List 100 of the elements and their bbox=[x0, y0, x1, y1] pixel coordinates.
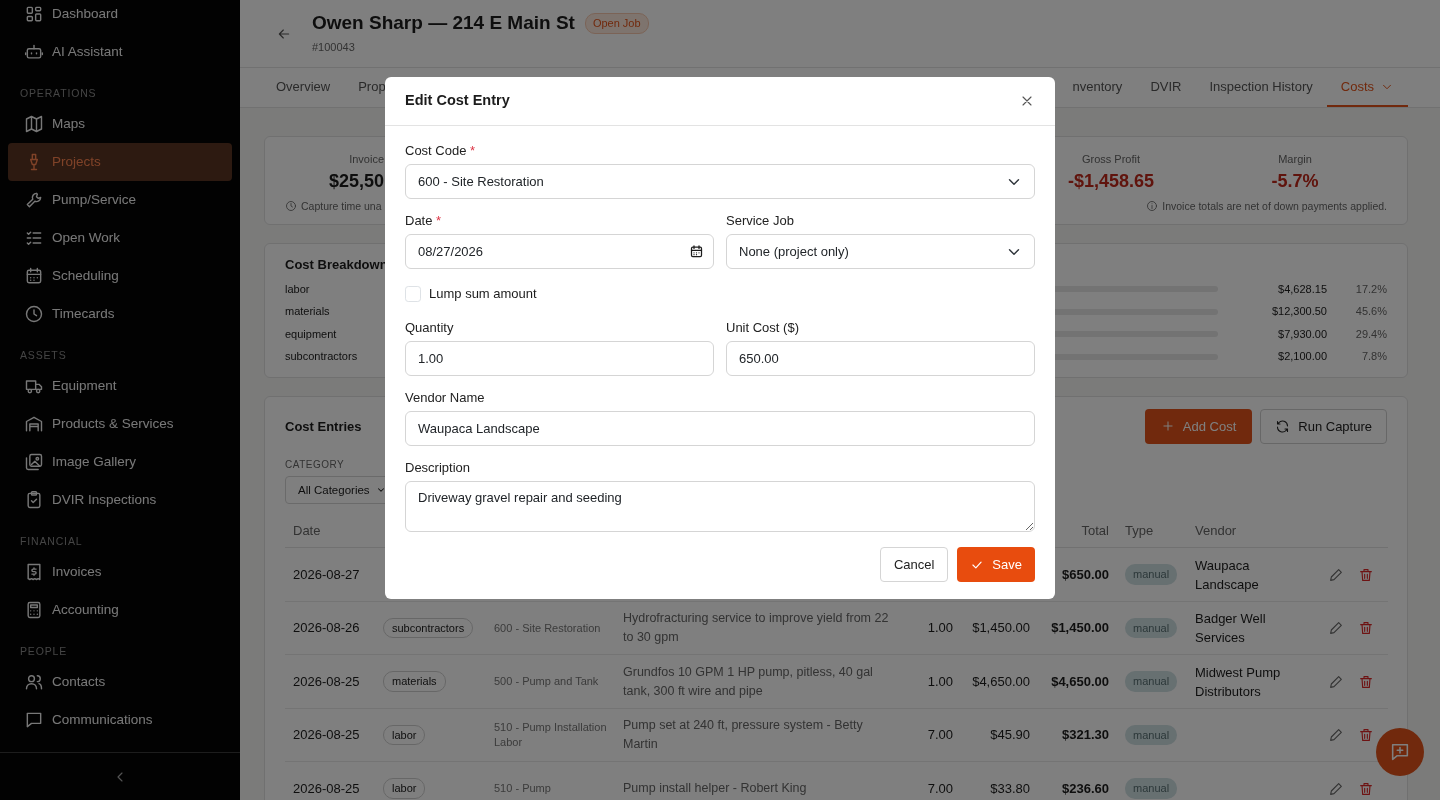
unit-cost-field[interactable]: 650.00 bbox=[726, 341, 1035, 376]
quantity: 1.00 bbox=[927, 672, 953, 691]
warehouse-icon bbox=[24, 414, 44, 434]
edit-button[interactable] bbox=[1328, 620, 1344, 636]
sidebar-item[interactable]: Products & Services bbox=[8, 405, 232, 443]
page-title: Owen Sharp — 214 E Main St bbox=[312, 11, 575, 36]
edit-button[interactable] bbox=[1328, 673, 1344, 690]
filter-label: CATEGORY bbox=[285, 457, 345, 472]
column-header: Date bbox=[285, 514, 375, 549]
description: Hydrofracturing service to improve yield from 22 to 30 gpm bbox=[623, 610, 890, 646]
type-tag: manual bbox=[1125, 778, 1178, 799]
sidebar-item[interactable]: Accounting bbox=[8, 591, 232, 629]
message-plus-icon bbox=[1389, 741, 1411, 763]
edit-button[interactable] bbox=[1328, 780, 1344, 797]
pencil-icon bbox=[1328, 566, 1344, 583]
percent: 29.4% bbox=[1354, 326, 1387, 342]
unit-cost: $1,450.00 bbox=[972, 619, 1030, 638]
sidebar-item[interactable]: Contacts bbox=[8, 663, 232, 701]
save-button[interactable]: Save bbox=[957, 547, 1035, 582]
metric-label: Margin bbox=[1278, 152, 1312, 167]
quantity: 1.00 bbox=[927, 619, 953, 638]
cancel-button[interactable]: Cancel bbox=[879, 547, 949, 582]
sidebar-section-heading: ASSETS bbox=[19, 348, 68, 363]
description: Pump install helper - Robert King bbox=[623, 780, 807, 797]
field-label: Service Job bbox=[726, 212, 795, 229]
sidebar-item[interactable]: Image Gallery bbox=[8, 443, 232, 481]
pencil-icon bbox=[1328, 620, 1344, 636]
sidebar-item[interactable]: DVIR Inspections bbox=[8, 481, 232, 519]
receipt-icon bbox=[24, 562, 44, 582]
field-label: Date * bbox=[405, 212, 443, 229]
service-job-select[interactable]: None (project only) bbox=[726, 234, 1035, 269]
sidebar-section-heading: OPERATIONS bbox=[19, 86, 98, 101]
edit-button[interactable] bbox=[1328, 566, 1344, 583]
tab[interactable]: DVIR bbox=[1136, 68, 1196, 107]
unit-cost: $4,650.00 bbox=[972, 672, 1030, 691]
info-icon bbox=[1146, 200, 1159, 213]
date-cell-text: 2026-08-27 bbox=[293, 565, 360, 584]
capture-note: Capture time una bbox=[301, 198, 382, 214]
quantity-field[interactable]: 1.00 bbox=[405, 341, 714, 376]
delete-button[interactable] bbox=[1358, 620, 1374, 636]
sidebar-item[interactable]: Communications bbox=[8, 701, 232, 739]
trash-icon bbox=[1358, 673, 1374, 690]
delete-button[interactable] bbox=[1358, 673, 1374, 690]
delete-button[interactable] bbox=[1358, 566, 1374, 583]
sidebar-item[interactable]: Pump/Service bbox=[8, 181, 232, 219]
category-label: materials bbox=[285, 304, 330, 320]
field-label: Cost Code * bbox=[405, 142, 477, 159]
total: $321.30 bbox=[1062, 726, 1109, 745]
sidebar-item[interactable]: Open Work bbox=[8, 219, 232, 257]
category-label: equipment bbox=[285, 326, 337, 342]
lump-sum-checkbox[interactable] bbox=[405, 286, 421, 302]
cost-code: 510 - Pump Installation Labor bbox=[494, 720, 607, 750]
tab[interactable]: Costs bbox=[1326, 68, 1408, 107]
add-cost-button[interactable]: Add Cost bbox=[1144, 408, 1253, 444]
sidebar-item[interactable]: Timecards bbox=[8, 295, 232, 333]
metric-label: Gross Profit bbox=[1081, 152, 1141, 167]
sidebar-item[interactable]: Invoices bbox=[8, 553, 232, 591]
trash-icon bbox=[1358, 727, 1374, 743]
category-tag: labor bbox=[383, 778, 426, 799]
pencil-icon bbox=[1328, 673, 1344, 690]
cost-code-select[interactable]: 600 - Site Restoration bbox=[405, 164, 1035, 199]
checklist-icon bbox=[24, 228, 44, 248]
sidebar-item[interactable]: Maps bbox=[8, 105, 232, 143]
sidebar-item[interactable]: AI Assistant bbox=[8, 33, 232, 71]
tab[interactable]: nventory bbox=[1058, 68, 1137, 107]
run-capture-button[interactable]: Run Capture bbox=[1260, 408, 1387, 444]
pencil-icon bbox=[1328, 780, 1344, 797]
description-field[interactable]: Driveway gravel repair and seeding bbox=[405, 481, 1035, 532]
column-header: Vendor bbox=[1187, 514, 1320, 549]
type-tag: manual bbox=[1125, 617, 1178, 639]
delete-button[interactable] bbox=[1358, 780, 1374, 797]
sidebar-item[interactable]: Equipment bbox=[8, 367, 232, 405]
field-label: Quantity bbox=[405, 319, 455, 336]
map-icon bbox=[24, 114, 44, 134]
dialog-title: Edit Cost Entry bbox=[405, 91, 510, 111]
tab[interactable]: Overview bbox=[262, 68, 345, 107]
vendor-field[interactable]: Waupaca Landscape bbox=[405, 411, 1035, 446]
date-field[interactable]: 08/27/2026 bbox=[405, 234, 714, 269]
type-tag: manual bbox=[1125, 671, 1178, 692]
date-cell-text: 2026-08-25 bbox=[293, 672, 360, 691]
users-icon bbox=[24, 672, 44, 692]
pencil-icon bbox=[1328, 727, 1344, 743]
field-label: Unit Cost ($) bbox=[726, 319, 800, 336]
sidebar-section-heading: FINANCIAL bbox=[19, 534, 84, 549]
chat-button[interactable] bbox=[1376, 728, 1424, 776]
trash-icon bbox=[1358, 620, 1374, 636]
sidebar-item[interactable]: Dashboard bbox=[8, 0, 232, 33]
total: $1,450.00 bbox=[1051, 619, 1109, 638]
tab[interactable]: Inspection History bbox=[1195, 68, 1327, 107]
percent: 17.2% bbox=[1354, 281, 1387, 297]
plus-icon bbox=[1160, 419, 1175, 434]
category-tag: materials bbox=[383, 671, 446, 692]
field-label: Description bbox=[405, 459, 472, 476]
message-icon bbox=[24, 710, 44, 730]
sidebar-item[interactable]: Scheduling bbox=[8, 257, 232, 295]
edit-button[interactable] bbox=[1328, 727, 1344, 743]
delete-button[interactable] bbox=[1358, 727, 1374, 743]
category-label: subcontractors bbox=[285, 349, 358, 365]
metric-value: -$1,458.65 bbox=[1067, 169, 1155, 193]
refresh-icon bbox=[1275, 418, 1291, 434]
